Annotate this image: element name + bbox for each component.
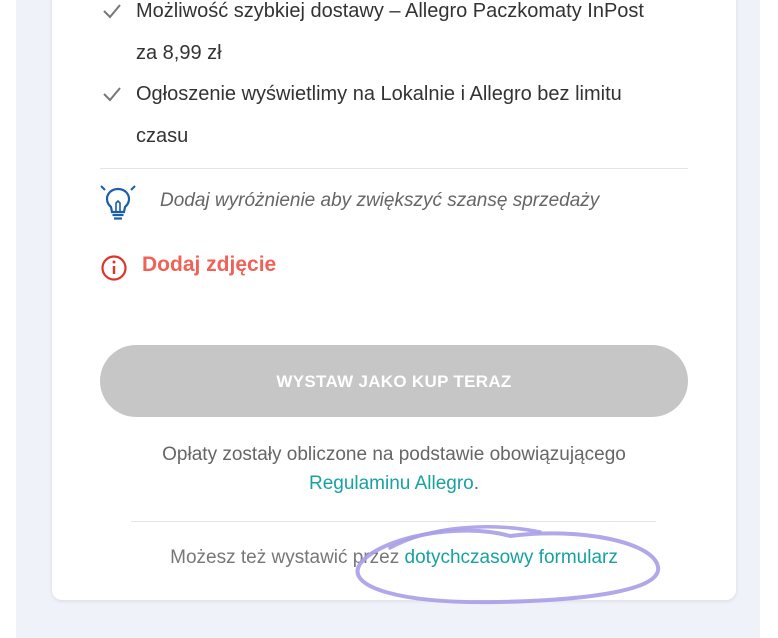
fees-note-text: Opłaty zostały obliczone na podstawie ob… [162,444,626,465]
submit-buy-now-button[interactable]: WYSTAW JAKO KUP TERAZ [100,345,688,417]
benefit-text-line: za 8,99 zł [136,42,222,64]
benefit-item: Możliwość szybkiej dostawy – Allegro Pac… [100,0,700,74]
check-icon [103,4,121,19]
page-gutter-left [0,0,16,638]
info-circle-icon [101,255,127,281]
fees-note-suffix: . [473,473,480,494]
check-icon [103,87,121,102]
page-gutter-right [760,0,778,638]
fees-note: Opłaty zostały obliczone na podstawie ob… [100,440,688,498]
add-photo-warning[interactable]: Dodaj zdjęcie [100,250,500,284]
add-photo-label: Dodaj zdjęcie [142,253,277,276]
promotion-tip-text: Dodaj wyróżnienie aby zwiększyć szansę s… [160,190,600,211]
benefit-text-line: czasu [136,125,189,147]
lightbulb-icon [100,185,136,220]
regulations-link[interactable]: Regulaminu Allegro [309,473,474,494]
highlight-scribble [355,525,661,605]
benefit-text-line: Możliwość szybkiej dostawy – Allegro Pac… [136,0,644,22]
benefit-text-line: Ogłoszenie wyświetlimy na Lokalnie i All… [136,83,622,105]
benefit-item: Ogłoszenie wyświetlimy na Lokalnie i All… [100,73,700,157]
promotion-tip[interactable]: Dodaj wyróżnienie aby zwiększyć szansę s… [100,182,700,222]
divider [100,168,688,169]
